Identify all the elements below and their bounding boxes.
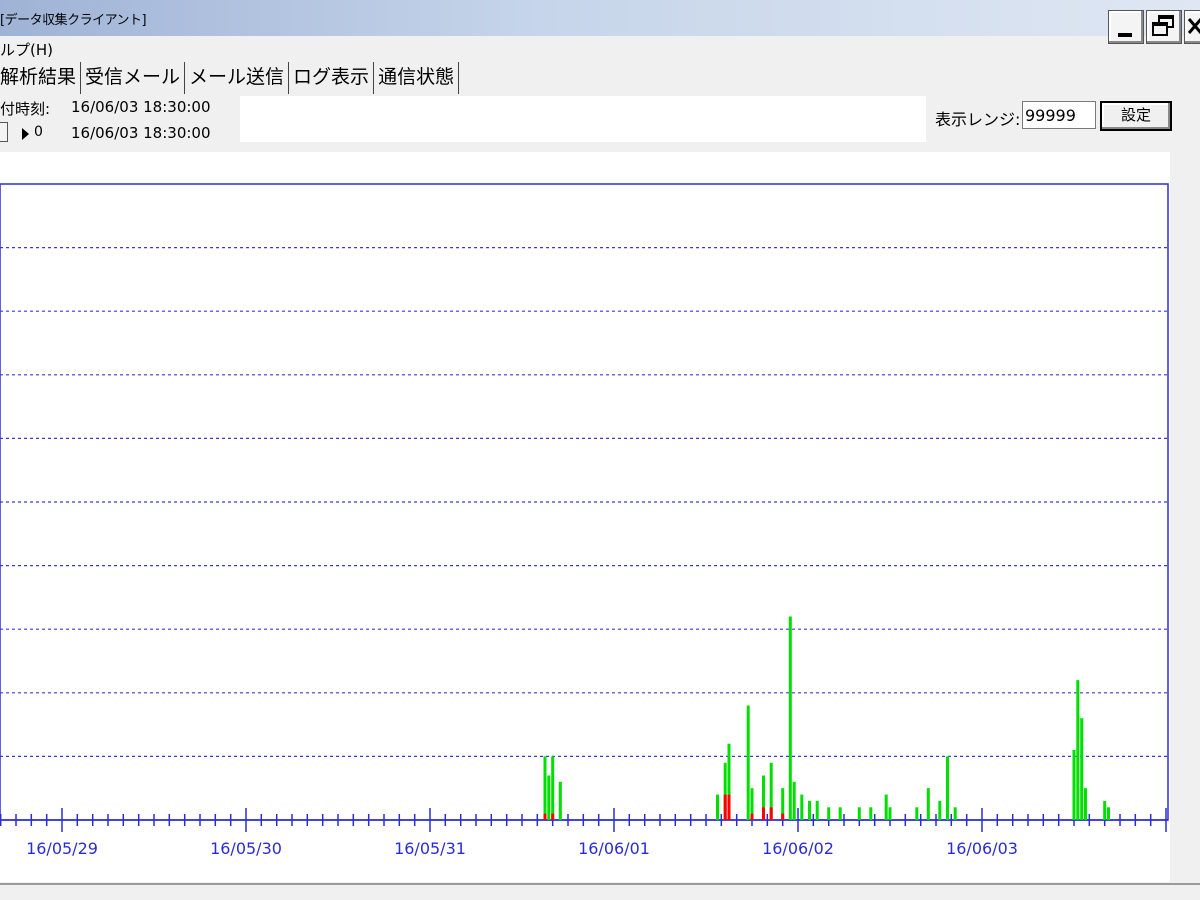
x-tick-label: 16/05/30	[210, 839, 282, 858]
menu-help[interactable]: ルプ(H)	[0, 39, 53, 60]
minimize-button[interactable]	[1108, 10, 1144, 44]
series-spike	[1072, 750, 1076, 820]
tab-analysis-result[interactable]: 解析結果	[0, 62, 82, 94]
series-spike	[800, 794, 804, 820]
series-spike	[1076, 680, 1080, 820]
series-spike	[727, 794, 731, 820]
series-spike	[1080, 718, 1084, 820]
series-spike	[1107, 807, 1110, 820]
series-spike	[946, 756, 949, 820]
series-spike	[926, 788, 930, 820]
series-spike	[762, 807, 765, 820]
tab-comm-status[interactable]: 通信状態	[374, 62, 460, 94]
series-spike	[723, 794, 727, 820]
tab-log-view[interactable]: ログ表示	[289, 62, 375, 94]
receive-time-label: 付時刻:	[0, 100, 51, 118]
x-tick-label: 16/06/03	[946, 839, 1018, 858]
trend-chart: 16/05/29 16/05/30 16/05/31 16/06/01 16/06/02…	[0, 183, 1169, 858]
series-spike	[716, 794, 719, 820]
series-spike	[838, 807, 842, 820]
x-tick-label: 16/06/02	[762, 839, 834, 858]
close-button[interactable]	[1184, 10, 1200, 44]
series-spike	[788, 616, 792, 820]
range-label: 表示レンジ:	[935, 110, 1021, 129]
series-spike	[888, 807, 892, 820]
current-time-value: 16/06/03 18:30:00	[71, 124, 211, 142]
series-spike	[938, 800, 942, 820]
receive-time-value: 16/06/03 18:30:00	[71, 98, 211, 116]
tab-send-mail[interactable]: メール送信	[185, 62, 290, 94]
series-spike	[884, 794, 888, 820]
x-tick-label: 16/05/29	[26, 839, 98, 858]
window-title: [データ収集クライアント]	[0, 13, 147, 28]
range-input[interactable]	[1022, 101, 1096, 129]
series-spike	[815, 800, 819, 820]
next-button[interactable]	[12, 122, 30, 142]
series-spike	[869, 807, 873, 820]
x-tick-label: 16/05/31	[394, 839, 466, 858]
tab-bar: 解析結果 受信メール メール送信 ログ表示 通信状態	[0, 62, 460, 94]
play-arrow-icon	[22, 128, 29, 140]
minimize-icon	[1118, 33, 1132, 37]
series-spike	[915, 807, 919, 820]
series-spike	[547, 775, 551, 820]
series-spike	[808, 800, 811, 820]
series-spike	[953, 807, 957, 820]
series-spike	[543, 813, 547, 820]
set-button[interactable]: 設定	[1100, 101, 1172, 131]
restore-icon	[1152, 15, 1174, 36]
menu-bar: ルプ(H)	[0, 36, 1100, 60]
series-spike	[1084, 788, 1087, 820]
series-spike	[551, 813, 555, 820]
series-spike	[750, 813, 754, 820]
series-spike	[827, 807, 831, 820]
series-spike	[543, 756, 547, 820]
chart-panel: 16/05/29 16/05/30 16/05/31 16/06/01 16/06/02…	[0, 152, 1170, 882]
series-spike	[1103, 800, 1107, 820]
prev-button[interactable]	[0, 122, 8, 142]
status-divider	[0, 883, 1200, 885]
series-spike	[746, 705, 750, 820]
receive-time-row: 付時刻:	[0, 98, 50, 119]
tab-received-mail[interactable]: 受信メール	[81, 62, 186, 94]
series-spike	[769, 807, 773, 820]
restore-button[interactable]	[1146, 10, 1182, 44]
series-spike	[781, 813, 785, 820]
message-area	[240, 96, 926, 142]
series-spike	[551, 756, 555, 820]
series-spike	[558, 781, 562, 820]
title-bar: [データ収集クライアント]	[0, 0, 1200, 36]
x-tick-label: 16/06/01	[578, 839, 650, 858]
series-spike	[792, 781, 796, 820]
arrow-count: 0	[34, 124, 43, 140]
close-icon	[1187, 18, 1200, 34]
series-spike	[857, 807, 861, 820]
